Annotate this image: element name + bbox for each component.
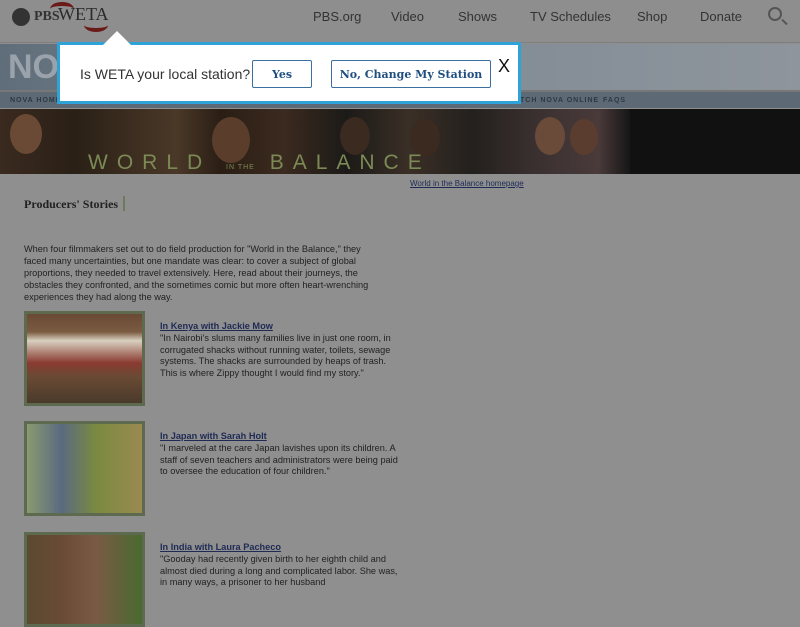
nav-shows[interactable]: Shows	[458, 9, 497, 24]
station-question: Is WETA your local station?	[80, 66, 251, 82]
intro-text: When four filmmakers set out to do field…	[24, 244, 369, 302]
nav-tv-schedules[interactable]: TV Schedules	[530, 9, 611, 24]
close-icon[interactable]: X	[498, 56, 510, 77]
banner-title: WORLD IN THE BALANCE	[88, 151, 431, 174]
nav-donate[interactable]: Donate	[700, 9, 742, 24]
change-station-button[interactable]: No, Change My Station	[331, 60, 491, 88]
world-in-the-balance-banner: WORLD IN THE BALANCE	[0, 109, 800, 174]
nav-pbs-org[interactable]: PBS.org	[313, 9, 361, 24]
story-excerpt: "Gooday had recently given birth to her …	[160, 553, 398, 588]
watch-nova-online-link[interactable]: TCH NOVA ONLINE	[520, 97, 599, 104]
faqs-link[interactable]: FAQS	[603, 97, 626, 104]
nav-video[interactable]: Video	[391, 9, 424, 24]
weta-logo[interactable]: WETA	[50, 2, 109, 32]
pbs-head-icon	[12, 8, 30, 26]
story-link[interactable]: In Japan with Sarah Holt	[160, 431, 400, 443]
world-in-the-balance-home-link[interactable]: World in the Balance homepage	[410, 179, 524, 188]
popup-pointer	[103, 31, 131, 45]
india-thumbnail[interactable]	[24, 532, 145, 627]
heading-divider	[123, 196, 125, 211]
story-excerpt: "I marveled at the care Japan lavishes u…	[160, 442, 398, 477]
nova-home-link[interactable]: NOVA HOME	[10, 97, 61, 104]
yes-button[interactable]: Yes	[252, 60, 312, 88]
story-excerpt: "In Nairobi's slums many families live i…	[160, 332, 391, 379]
page-title: Producers' Stories	[24, 197, 119, 211]
kenya-thumbnail[interactable]	[24, 311, 145, 406]
story-link[interactable]: In India with Laura Pacheco	[160, 542, 400, 554]
nav-shop[interactable]: Shop	[637, 9, 667, 24]
search-icon[interactable]	[768, 7, 782, 21]
local-station-popup: Is WETA your local station? Yes No, Chan…	[57, 31, 521, 104]
story-link[interactable]: In Kenya with Jackie Mow	[160, 321, 400, 333]
japan-thumbnail[interactable]	[24, 421, 145, 516]
